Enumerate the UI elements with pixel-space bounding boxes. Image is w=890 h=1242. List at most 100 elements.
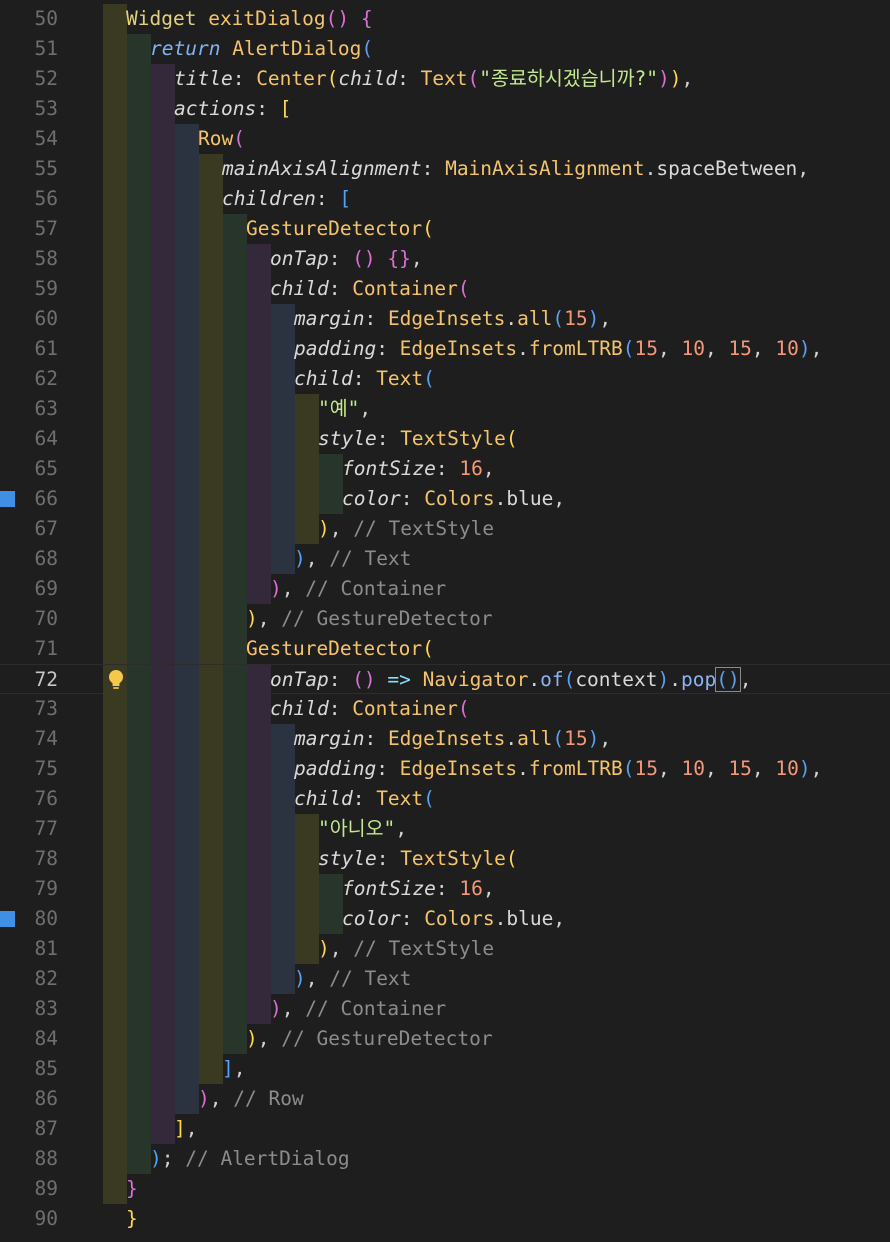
line-number[interactable]: 69 — [0, 574, 58, 604]
line-number[interactable]: 72 — [0, 665, 58, 695]
code-text[interactable]: ), // Container — [270, 574, 446, 604]
code-line[interactable]: 61 padding: EdgeInsets.fromLTRB(15, 10, 1… — [0, 334, 890, 364]
code-line[interactable]: 80 color: Colors.blue, — [0, 904, 890, 934]
line-number[interactable]: 86 — [0, 1084, 58, 1114]
code-line[interactable]: 81 ), // TextStyle — [0, 934, 890, 964]
code-text[interactable]: style: TextStyle( — [318, 424, 518, 454]
code-line[interactable]: 83 ), // Container — [0, 994, 890, 1024]
line-number[interactable]: 50 — [0, 4, 58, 34]
code-text[interactable]: child: Text( — [294, 784, 435, 814]
line-number[interactable]: 81 — [0, 934, 58, 964]
line-number[interactable]: 89 — [0, 1174, 58, 1204]
code-line[interactable]: 58 onTap: () {}, — [0, 244, 890, 274]
code-line[interactable]: 87], — [0, 1114, 890, 1144]
code-line[interactable]: 88 ); // AlertDialog — [0, 1144, 890, 1174]
line-number[interactable]: 85 — [0, 1054, 58, 1084]
code-line[interactable]: 72 onTap: () => Navigator.of(context).pop… — [0, 664, 890, 695]
code-line[interactable]: 56 children: [ — [0, 184, 890, 214]
code-text[interactable]: padding: EdgeInsets.fromLTRB(15, 10, 15,… — [294, 754, 822, 784]
lightbulb-icon[interactable] — [106, 669, 126, 691]
code-line[interactable]: 67 ), // TextStyle — [0, 514, 890, 544]
line-number[interactable]: 71 — [0, 634, 58, 664]
code-text[interactable]: ), // TextStyle — [318, 514, 494, 544]
code-text[interactable]: } — [126, 1174, 138, 1204]
code-line[interactable]: 70 ), // GestureDetector — [0, 604, 890, 634]
code-text[interactable]: color: Colors.blue, — [342, 904, 565, 934]
code-text[interactable]: onTap: () => Navigator.of(context).pop()… — [270, 665, 751, 695]
line-number[interactable]: 56 — [0, 184, 58, 214]
code-line[interactable]: 74 margin: EdgeInsets.all(15), — [0, 724, 890, 754]
code-text[interactable]: child: Text( — [294, 364, 435, 394]
code-line[interactable]: 89} — [0, 1174, 890, 1204]
line-number[interactable]: 79 — [0, 874, 58, 904]
line-number[interactable]: 88 — [0, 1144, 58, 1174]
code-text[interactable]: GestureDetector( — [246, 634, 434, 664]
code-text[interactable]: fontSize: 16, — [342, 454, 495, 484]
line-number[interactable]: 57 — [0, 214, 58, 244]
code-text[interactable]: padding: EdgeInsets.fromLTRB(15, 10, 15,… — [294, 334, 822, 364]
code-text[interactable]: ), // Text — [294, 964, 411, 994]
code-text[interactable]: Row( — [198, 124, 245, 154]
code-line[interactable]: 76 child: Text( — [0, 784, 890, 814]
code-text[interactable]: fontSize: 16, — [342, 874, 495, 904]
line-number[interactable]: 59 — [0, 274, 58, 304]
code-line[interactable]: 85], — [0, 1054, 890, 1084]
code-line[interactable]: 62 child: Text( — [0, 364, 890, 394]
line-number[interactable]: 90 — [0, 1204, 58, 1234]
code-line[interactable]: 57 GestureDetector( — [0, 214, 890, 244]
code-text[interactable]: mainAxisAlignment: MainAxisAlignment.spa… — [222, 154, 809, 184]
line-number[interactable]: 52 — [0, 64, 58, 94]
line-number[interactable]: 75 — [0, 754, 58, 784]
line-number[interactable]: 70 — [0, 604, 58, 634]
line-number[interactable]: 82 — [0, 964, 58, 994]
code-text[interactable]: ), // Container — [270, 994, 446, 1024]
code-editor[interactable]: 50 Widget exitDialog() {51 return AlertDia… — [0, 0, 890, 1242]
line-number[interactable]: 64 — [0, 424, 58, 454]
code-line[interactable]: 66 color: Colors.blue, — [0, 484, 890, 514]
code-text[interactable]: ), // GestureDetector — [246, 604, 493, 634]
line-number[interactable]: 73 — [0, 694, 58, 724]
code-line[interactable]: 82 ), // Text — [0, 964, 890, 994]
line-number[interactable]: 78 — [0, 844, 58, 874]
code-line[interactable]: 69 ), // Container — [0, 574, 890, 604]
code-text[interactable]: children: [ — [222, 184, 351, 214]
code-text[interactable]: child: Container( — [270, 274, 470, 304]
code-text[interactable]: actions: [ — [174, 94, 291, 124]
line-number[interactable]: 58 — [0, 244, 58, 274]
code-line[interactable]: 51 return AlertDialog( — [0, 34, 890, 64]
line-number[interactable]: 67 — [0, 514, 58, 544]
code-text[interactable]: margin: EdgeInsets.all(15), — [294, 304, 611, 334]
code-text[interactable]: color: Colors.blue, — [342, 484, 565, 514]
line-number[interactable]: 51 — [0, 34, 58, 64]
code-text[interactable]: ), // TextStyle — [318, 934, 494, 964]
code-line[interactable]: 73 child: Container( — [0, 694, 890, 724]
line-number[interactable]: 66 — [0, 484, 58, 514]
code-line[interactable]: 63 "예", — [0, 394, 890, 424]
line-number[interactable]: 84 — [0, 1024, 58, 1054]
code-line[interactable]: 60 margin: EdgeInsets.all(15), — [0, 304, 890, 334]
line-number[interactable]: 62 — [0, 364, 58, 394]
code-text[interactable]: ), // GestureDetector — [246, 1024, 493, 1054]
line-number[interactable]: 87 — [0, 1114, 58, 1144]
code-line[interactable]: 79 fontSize: 16, — [0, 874, 890, 904]
code-line[interactable]: 77 "아니오", — [0, 814, 890, 844]
line-number[interactable]: 83 — [0, 994, 58, 1024]
code-text[interactable]: "예", — [318, 394, 371, 424]
code-line[interactable]: 78 style: TextStyle( — [0, 844, 890, 874]
code-text[interactable]: ], — [174, 1114, 198, 1144]
code-text[interactable]: ); // AlertDialog — [150, 1144, 350, 1174]
code-line[interactable]: 75 padding: EdgeInsets.fromLTRB(15, 10, 1… — [0, 754, 890, 784]
code-line[interactable]: 65 fontSize: 16, — [0, 454, 890, 484]
line-number[interactable]: 76 — [0, 784, 58, 814]
line-number[interactable]: 53 — [0, 94, 58, 124]
code-text[interactable]: title: Center(child: Text("종료하시겠습니까?")), — [174, 64, 693, 94]
code-line[interactable]: 64 style: TextStyle( — [0, 424, 890, 454]
line-number[interactable]: 80 — [0, 904, 58, 934]
code-line[interactable]: 68), // Text — [0, 544, 890, 574]
code-text[interactable]: ], — [222, 1054, 246, 1084]
code-text[interactable]: ), // Row — [198, 1084, 304, 1114]
code-text[interactable]: return AlertDialog( — [150, 34, 373, 64]
code-text[interactable]: "아니오", — [318, 814, 407, 844]
line-number[interactable]: 63 — [0, 394, 58, 424]
code-text[interactable]: style: TextStyle( — [318, 844, 518, 874]
